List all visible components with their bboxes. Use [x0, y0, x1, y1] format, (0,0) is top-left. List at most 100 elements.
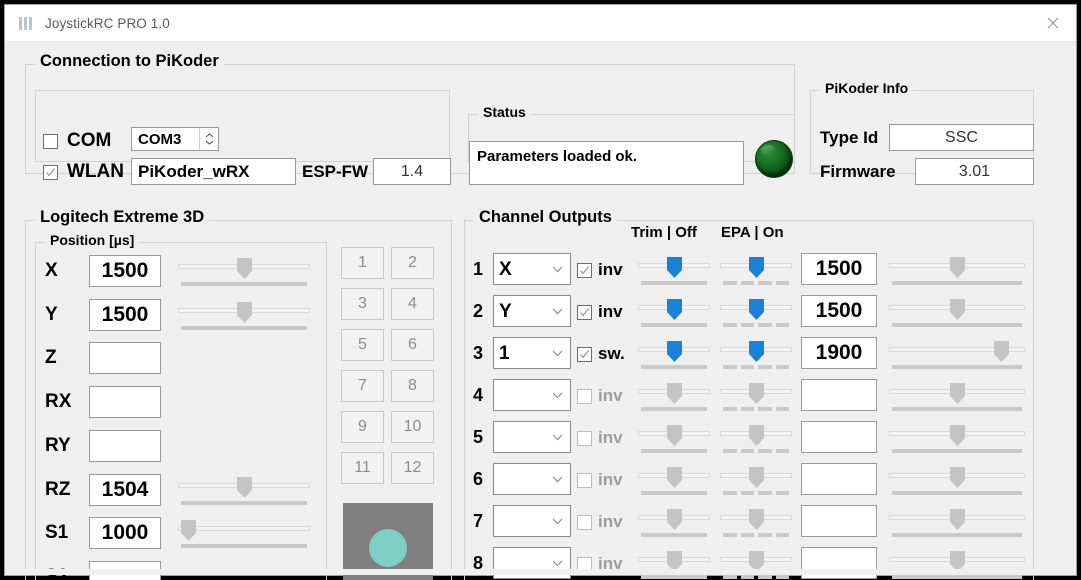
axis-slider-x[interactable] — [178, 256, 310, 288]
joystick-button-5[interactable]: 5 — [341, 329, 384, 361]
joystick-button-4[interactable]: 4 — [391, 288, 434, 320]
channel-output-slider-6[interactable] — [889, 465, 1025, 497]
channel-source-select-3[interactable]: 1 — [493, 337, 571, 369]
slider-thumb[interactable] — [949, 257, 966, 279]
com-port-select[interactable]: COM3 — [131, 127, 219, 151]
channel-source-select-5[interactable] — [493, 421, 571, 453]
channel-invert-label-4: inv — [598, 386, 623, 405]
channel-output-slider-1[interactable] — [889, 255, 1025, 287]
joystick-button-7[interactable]: 7 — [341, 370, 384, 402]
channel-trim-slider-3[interactable] — [638, 339, 710, 371]
slider-thumb[interactable] — [180, 520, 197, 542]
spinner-arrows[interactable] — [199, 128, 218, 150]
slider-thumb[interactable] — [666, 383, 683, 405]
axis-value-rx[interactable] — [89, 386, 161, 419]
slider-thumb[interactable] — [666, 425, 683, 447]
channel-trim-slider-6[interactable] — [638, 465, 710, 497]
com-checkbox[interactable] — [43, 133, 58, 149]
channel-epa-slider-2[interactable] — [720, 297, 792, 329]
joystick-button-12[interactable]: 12 — [391, 452, 434, 484]
channel-invert-checkbox-1[interactable] — [577, 262, 592, 278]
joystick-button-2[interactable]: 2 — [391, 247, 434, 279]
channel-value-7[interactable] — [801, 505, 877, 537]
channel-value-6[interactable] — [801, 463, 877, 495]
slider-thumb[interactable] — [949, 467, 966, 489]
joystick-button-3[interactable]: 3 — [341, 288, 384, 320]
channel-value-1[interactable]: 1500 — [801, 253, 877, 285]
joystick-button-8[interactable]: 8 — [391, 370, 434, 402]
channel-trim-slider-7[interactable] — [638, 507, 710, 539]
slider-thumb[interactable] — [748, 341, 765, 363]
channel-source-select-4[interactable] — [493, 379, 571, 411]
slider-thumb[interactable] — [666, 257, 683, 279]
slider-thumb[interactable] — [666, 299, 683, 321]
channel-source-select-7[interactable] — [493, 505, 571, 537]
slider-thumb[interactable] — [748, 509, 765, 531]
channel-value-4[interactable] — [801, 379, 877, 411]
slider-thumb[interactable] — [748, 257, 765, 279]
channel-invert-checkbox-3[interactable] — [577, 346, 592, 362]
slider-thumb[interactable] — [748, 467, 765, 489]
axis-slider-s1[interactable] — [178, 518, 310, 550]
channel-source-select-2[interactable]: Y — [493, 295, 571, 327]
slider-thumb[interactable] — [748, 425, 765, 447]
slider-thumb[interactable] — [666, 467, 683, 489]
slider-thumb[interactable] — [949, 425, 966, 447]
joystick-button-10[interactable]: 10 — [391, 411, 434, 443]
channel-invert-checkbox-4[interactable] — [577, 388, 592, 404]
channel-value-3[interactable]: 1900 — [801, 337, 877, 369]
channel-epa-slider-5[interactable] — [720, 423, 792, 455]
slider-thumb[interactable] — [748, 299, 765, 321]
axis-value-ry[interactable] — [89, 429, 161, 462]
channel-output-slider-5[interactable] — [889, 423, 1025, 455]
axis-value-s1[interactable]: 1000 — [89, 517, 161, 550]
channel-epa-slider-3[interactable] — [720, 339, 792, 371]
slider-thumb[interactable] — [666, 509, 683, 531]
axis-value-z[interactable] — [89, 342, 161, 375]
channel-epa-slider-1[interactable] — [720, 255, 792, 287]
channel-invert-checkbox-2[interactable] — [577, 304, 592, 320]
channel-invert-checkbox-6[interactable] — [577, 472, 592, 488]
slider-thumb[interactable] — [236, 476, 253, 499]
channel-trim-slider-4[interactable] — [638, 381, 710, 413]
joystick-button-6[interactable]: 6 — [391, 329, 434, 361]
joystick-button-11[interactable]: 11 — [341, 452, 384, 484]
close-button[interactable] — [1030, 5, 1076, 40]
channel-trim-slider-5[interactable] — [638, 423, 710, 455]
joystick-button-1[interactable]: 1 — [341, 247, 384, 279]
slider-thumb[interactable] — [236, 301, 253, 324]
slider-thumb[interactable] — [666, 341, 683, 363]
channel-output-slider-8[interactable] — [889, 549, 1025, 580]
slider-thumb[interactable] — [949, 383, 966, 405]
axis-value-rz[interactable]: 1504 — [89, 473, 161, 506]
channel-epa-slider-6[interactable] — [720, 465, 792, 497]
channel-source-select-1[interactable]: X — [493, 253, 571, 285]
channel-value-5[interactable] — [801, 421, 877, 453]
axis-value-y[interactable]: 1500 — [89, 298, 161, 331]
channel-output-slider-7[interactable] — [889, 507, 1025, 539]
joystick-button-9[interactable]: 9 — [341, 411, 384, 443]
slider-thumb[interactable] — [236, 258, 253, 280]
slider-thumb[interactable] — [949, 299, 966, 321]
wlan-checkbox[interactable] — [43, 164, 58, 180]
channel-invert-checkbox-7[interactable] — [577, 514, 592, 530]
channel-output-slider-4[interactable] — [889, 381, 1025, 413]
channel-epa-slider-8[interactable] — [720, 549, 792, 580]
channel-trim-slider-1[interactable] — [638, 255, 710, 287]
axis-value-x[interactable]: 1500 — [89, 255, 161, 287]
channel-epa-slider-7[interactable] — [720, 507, 792, 539]
channel-output-slider-2[interactable] — [889, 297, 1025, 329]
axis-slider-y[interactable] — [178, 300, 310, 332]
channel-value-2[interactable]: 1500 — [801, 295, 877, 327]
axis-slider-rz[interactable] — [178, 475, 310, 507]
channel-source-select-6[interactable] — [493, 463, 571, 495]
channel-output-slider-3[interactable] — [889, 339, 1025, 371]
wlan-ssid-input[interactable]: PiKoder_wRX — [131, 158, 296, 185]
slider-thumb[interactable] — [949, 509, 966, 531]
channel-invert-checkbox-5[interactable] — [577, 430, 592, 446]
channel-epa-slider-4[interactable] — [720, 381, 792, 413]
channel-trim-slider-8[interactable] — [638, 549, 710, 580]
slider-thumb[interactable] — [748, 383, 765, 405]
slider-thumb[interactable] — [993, 341, 1010, 363]
channel-trim-slider-2[interactable] — [638, 297, 710, 329]
